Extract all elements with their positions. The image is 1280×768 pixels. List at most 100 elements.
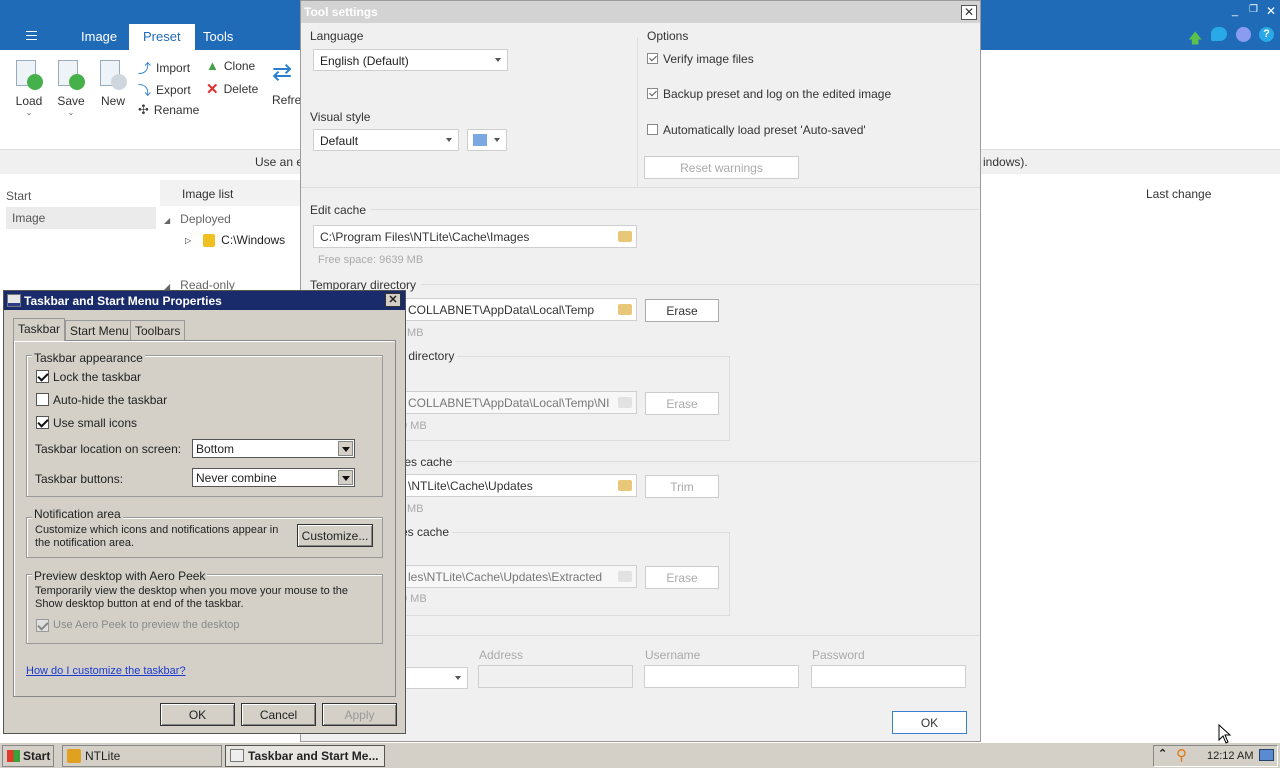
autohide-checkbox[interactable] <box>36 393 49 406</box>
tab-preset[interactable]: Preset <box>129 24 195 50</box>
color-swatch <box>473 134 487 146</box>
ntlite-icon <box>67 749 81 763</box>
taskbar-app-taskbar-props[interactable]: Taskbar and Start Me... <box>225 745 385 767</box>
backup-checkbox[interactable]: Backup preset and log on the edited imag… <box>647 87 891 101</box>
taskbar-properties-titlebar: Taskbar and Start Menu Properties <box>4 291 405 310</box>
collapse-icon: ◢ <box>164 216 171 225</box>
username-label: Username <box>645 648 701 662</box>
temp-erase-button[interactable]: Erase <box>645 299 719 322</box>
expand-icon: ▷ <box>185 235 192 245</box>
image-list-header: Image list <box>182 187 234 201</box>
sidebar-item-image[interactable]: Image <box>6 207 156 229</box>
username-input[interactable] <box>644 665 799 688</box>
taskbar-properties-close-button[interactable]: ✕ <box>385 293 401 307</box>
show-hidden-icons-button[interactable]: ⌃ <box>1158 747 1167 760</box>
taskbar-app-ntlite[interactable]: NTLite <box>62 745 222 767</box>
updates-cache-input[interactable]: \NTLite\Cache\Updates <box>401 474 637 497</box>
up-arrow-icon[interactable]: 🡅 <box>1188 28 1202 52</box>
hamburger-icon[interactable] <box>26 31 37 40</box>
folder-icon[interactable] <box>618 480 632 491</box>
close-button[interactable]: ✕ <box>1266 4 1276 18</box>
delete-button[interactable]: ✕ Delete <box>206 80 258 98</box>
extracted-cache-input[interactable]: les\NTLite\Cache\Updates\Extracted <box>401 565 637 588</box>
password-input[interactable] <box>811 665 966 688</box>
language-select[interactable]: English (Default) <box>313 49 508 71</box>
edit-cache-label: Edit cache <box>310 203 367 217</box>
show-desktop-icon[interactable] <box>1259 749 1274 761</box>
help-icon[interactable]: ? <box>1259 27 1274 42</box>
location-select[interactable]: Bottom <box>192 439 355 458</box>
options-label: Options <box>647 29 689 43</box>
tab-toolbars[interactable]: Toolbars <box>130 320 186 340</box>
clone-button[interactable]: ▲ Clone <box>206 58 255 73</box>
buttons-select[interactable]: Never combine <box>192 468 355 487</box>
tool-settings-titlebar: Tool settings <box>301 1 980 23</box>
tab-start-menu[interactable]: Start Menu <box>65 320 134 340</box>
refresh-button[interactable]: ⇄ Refre <box>272 58 302 107</box>
taskbar-properties-icon <box>7 294 21 307</box>
taskbar-cancel-button[interactable]: Cancel <box>241 703 316 726</box>
windows-logo-icon <box>7 750 20 762</box>
taskbar-ok-button[interactable]: OK <box>160 703 235 726</box>
tool-settings-close-button[interactable]: ✕ <box>961 5 977 20</box>
help-link[interactable]: How do I customize the taskbar? <box>26 665 186 677</box>
verify-checkbox[interactable]: Verify image files <box>647 52 754 66</box>
restore-button[interactable]: ❐ <box>1249 4 1258 15</box>
clone-icon: ▲ <box>206 58 219 73</box>
folder-icon[interactable] <box>618 571 632 582</box>
accent-color-picker[interactable] <box>467 129 507 151</box>
rename-button[interactable]: ✣ Rename <box>138 102 199 118</box>
search-tray-icon[interactable]: ⚲ <box>1176 746 1187 764</box>
tab-image[interactable]: Image <box>81 29 117 44</box>
temp-dir-input[interactable]: COLLABNET\AppData\Local\Temp <box>401 298 637 321</box>
export-icon: ⤵ <box>138 83 152 98</box>
visual-style-select[interactable]: Default <box>313 129 459 151</box>
taskbar-props-icon <box>230 749 244 762</box>
taskbar-apply-button[interactable]: Apply <box>322 703 397 726</box>
new-button[interactable]: New <box>94 58 132 108</box>
list-item-windows[interactable]: ▷ C:\Windows <box>185 233 285 247</box>
delete-icon: ✕ <box>206 81 219 98</box>
dir2-erase-button[interactable]: Erase <box>645 392 719 415</box>
extracted-erase-button[interactable]: Erase <box>645 566 719 589</box>
folder-icon[interactable] <box>618 304 632 315</box>
extracted-cache-label: es cache <box>401 525 453 539</box>
address-input[interactable] <box>478 665 633 688</box>
load-button[interactable]: Load ⌄ <box>10 58 48 117</box>
tool-settings-ok-button[interactable]: OK <box>892 711 967 734</box>
save-icon <box>55 58 87 92</box>
folder-icon[interactable] <box>618 397 632 408</box>
autoload-checkbox[interactable]: Automatically load preset 'Auto-saved' <box>647 123 866 137</box>
import-button[interactable]: ⤴ Import <box>138 58 190 77</box>
taskbar-properties-dialog: Taskbar and Start Menu Properties ✕ Task… <box>3 290 406 734</box>
clock[interactable]: 12:12 AM <box>1207 750 1253 762</box>
save-button[interactable]: Save ⌄ <box>52 58 90 117</box>
folder-icon[interactable] <box>618 231 632 242</box>
minimize-button[interactable]: _ <box>1232 5 1238 17</box>
password-label: Password <box>812 648 865 662</box>
refresh-icon: ⇄ <box>272 59 293 86</box>
twitter-icon[interactable] <box>1211 27 1227 41</box>
reset-warnings-button[interactable]: Reset warnings <box>644 156 799 179</box>
import-icon: ⤴ <box>138 61 152 76</box>
windows-taskbar: Start NTLite Taskbar and Start Me... ⌃ ⚲… <box>0 742 1280 768</box>
customize-button[interactable]: Customize... <box>297 524 373 547</box>
tab-taskbar[interactable]: Taskbar <box>13 318 66 341</box>
trim-button[interactable]: Trim <box>645 475 719 498</box>
start-button[interactable]: Start <box>2 745 54 767</box>
small-icons-checkbox[interactable] <box>36 416 49 429</box>
language-label: Language <box>310 29 364 43</box>
aero-peek-checkbox[interactable] <box>36 619 49 632</box>
tab-tools[interactable]: Tools <box>203 29 233 44</box>
options-divider <box>637 37 638 187</box>
sidebar-header: Start <box>6 189 32 203</box>
export-button[interactable]: ⤵ Export <box>138 80 191 99</box>
edit-cache-input[interactable]: C:\Program Files\NTLite\Cache\Images <box>313 225 637 248</box>
dir2-label: ) directory <box>401 349 458 363</box>
discord-icon[interactable] <box>1236 27 1251 42</box>
group-deployed[interactable]: ◢ Deployed <box>164 212 231 226</box>
lock-taskbar-checkbox[interactable] <box>36 370 49 383</box>
free-space-text: Free space: 9639 MB <box>318 254 424 266</box>
dir2-input[interactable]: COLLABNET\AppData\Local\Temp\NI <box>401 391 637 414</box>
proxy-type-select[interactable] <box>401 667 468 689</box>
